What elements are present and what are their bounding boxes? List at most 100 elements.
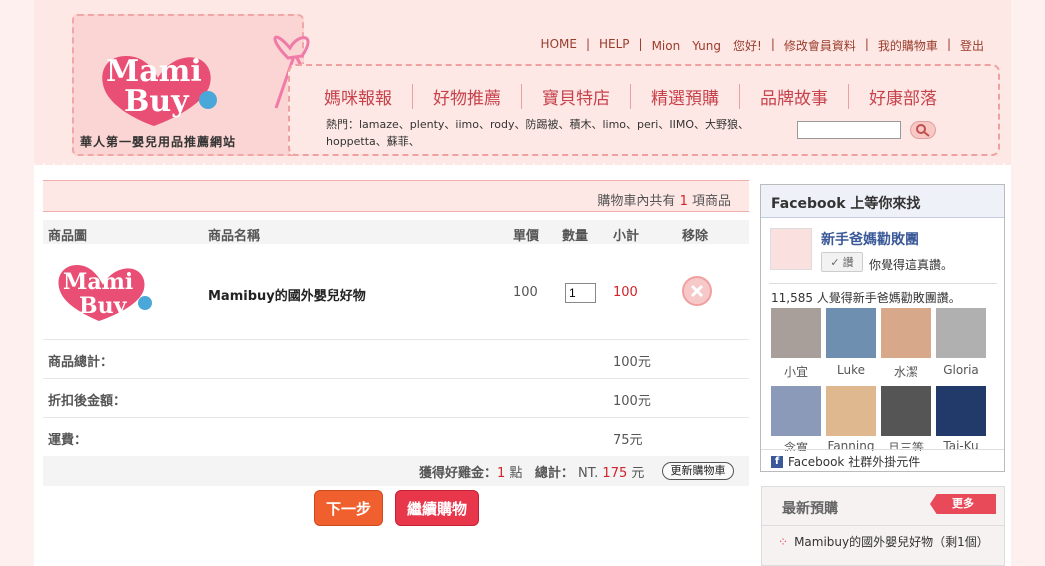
divider (762, 525, 1004, 526)
discounted-label: 折扣後金額： (48, 394, 127, 409)
cart-table-header: 商品圖 商品名稱 單價 數量 小計 移除 (43, 220, 749, 244)
fb-like-label: 讚 (842, 256, 854, 269)
quantity-input[interactable] (565, 283, 596, 303)
logout-link[interactable]: 登出 (951, 37, 993, 54)
cart-summary-suffix: 項商品 (691, 194, 731, 209)
latest-item-name: Mamibuy的國外嬰兒好物（剩1個） (794, 535, 989, 549)
next-step-button[interactable]: 下一步 (314, 490, 383, 526)
latest-preorder-box: 最新預購 更多 ⁘ Mamibuy的國外嬰兒好物（剩1個） (761, 486, 1005, 566)
product-subtotal: 100 (613, 285, 638, 300)
total-label: 總計： (534, 466, 574, 481)
svg-text:Mami: Mami (63, 269, 133, 295)
facebook-widget-title: Facebook 上等你來找 (761, 185, 1004, 218)
site-tagline: 華人第一嬰兒用品推薦網站 (80, 135, 237, 149)
fb-footer[interactable]: f Facebook 社群外掛元件 (771, 453, 920, 470)
help-link[interactable]: HELP (590, 37, 639, 54)
user-greeting[interactable]: Mion Yung 您好! (643, 37, 771, 54)
total-row: 獲得好雞金：1 點 總計： NT. 175 元 更新購物車 (43, 456, 749, 486)
page-left-gutter (0, 0, 34, 566)
fan-name[interactable]: 水潔 (878, 363, 934, 380)
more-button[interactable]: 更多 (930, 494, 996, 514)
fb-like-button[interactable]: ✓ 讚 (821, 252, 863, 272)
list-item[interactable]: ⁘ Mamibuy的國外嬰兒好物（剩1個） (778, 533, 989, 550)
svg-text:Buy: Buy (79, 293, 128, 319)
divider (761, 449, 1004, 450)
facebook-icon: f (771, 455, 783, 468)
summary-row-shipping: 運費： 75元 (43, 418, 749, 457)
points-value: 1 (497, 466, 506, 481)
divider (769, 283, 997, 284)
points-label: 獲得好雞金： (419, 466, 498, 481)
hot-keywords[interactable]: 熱門：lamaze、plenty、iimo、rody、防踢被、積木、limo、p… (326, 116, 754, 150)
fan-name[interactable]: Gloria (933, 363, 989, 377)
discounted-value: 100元 (613, 394, 651, 409)
total-value: 175 (602, 466, 628, 481)
site-logo[interactable]: Mami Buy (96, 48, 226, 128)
points-unit: 點 (509, 466, 523, 481)
total-prefix: NT. (578, 466, 599, 481)
remove-button[interactable] (682, 276, 712, 306)
top-links: HOME | HELP | Mion Yung 您好! | 修改會員資料 | 我的購物車… (532, 37, 993, 54)
fb-footer-text: Facebook 社群外掛元件 (788, 455, 921, 469)
nav-item-news[interactable]: 媽咪報報 (310, 84, 413, 109)
col-remove: 移除 (682, 229, 709, 244)
cart-item-count: 1 (679, 194, 688, 209)
main-nav: 媽咪報報 好物推薦 寶貝特店 精選預購 品牌故事 好康部落 (310, 84, 957, 109)
update-cart-button[interactable]: 更新購物車 (662, 462, 734, 480)
shipping-value: 75元 (613, 433, 643, 448)
fan-avatar[interactable] (881, 386, 931, 436)
product-image[interactable]: Mami Buy (53, 259, 163, 325)
fb-fan-count: 11,585 人覺得新手爸媽勸敗團讚。 (771, 291, 961, 305)
fan-avatar[interactable] (826, 308, 876, 358)
latest-title: 最新預購 (782, 501, 838, 517)
nav-item-brand[interactable]: 品牌故事 (740, 84, 849, 109)
goods-total-value: 100元 (613, 355, 651, 370)
search-input[interactable] (797, 121, 901, 139)
fan-avatar[interactable] (936, 308, 986, 358)
total-line: 獲得好雞金：1 點 總計： NT. 175 元 (419, 462, 644, 481)
header-scallop-border (34, 155, 1011, 165)
nav-item-blog[interactable]: 好康部落 (849, 84, 957, 109)
col-subtotal: 小計 (613, 229, 640, 244)
fan-avatar[interactable] (771, 308, 821, 358)
my-cart-link[interactable]: 我的購物車 (869, 37, 947, 54)
col-quantity: 數量 (562, 229, 589, 244)
nav-item-preorder[interactable]: 精選預購 (631, 84, 740, 109)
fan-name[interactable]: Luke (823, 363, 879, 377)
summary-row-goods-total: 商品總計： 100元 (43, 340, 749, 379)
nav-item-recommend[interactable]: 好物推薦 (413, 84, 522, 109)
product-price: 100 (513, 285, 538, 300)
fan-avatar[interactable] (771, 386, 821, 436)
total-unit: 元 (631, 466, 645, 481)
summary-row-discounted: 折扣後金額： 100元 (43, 379, 749, 418)
search-button[interactable] (910, 121, 936, 139)
page-right-gutter (1011, 0, 1045, 566)
fb-page-avatar[interactable] (770, 228, 812, 270)
home-link[interactable]: HOME (532, 37, 586, 54)
logo-text-buy: Buy (124, 84, 189, 119)
goods-total-label: 商品總計： (48, 355, 114, 370)
check-icon: ✓ (830, 255, 840, 269)
edit-profile-link[interactable]: 修改會員資料 (775, 37, 865, 54)
col-price: 單價 (513, 229, 540, 244)
bullet-icon: ⁘ (778, 534, 789, 549)
col-name: 商品名稱 (208, 229, 261, 244)
fan-name[interactable]: 小宜 (768, 363, 824, 380)
fan-avatar[interactable] (826, 386, 876, 436)
table-row: Mami Buy Mamibuy的國外嬰兒好物 100 100 (43, 245, 749, 340)
product-name[interactable]: Mamibuy的國外嬰兒好物 (208, 285, 366, 304)
fb-page-name[interactable]: 新手爸媽勸敗團 (821, 229, 919, 249)
cart-summary-prefix: 購物車內共有 (597, 194, 676, 209)
nav-item-shop[interactable]: 寶貝特店 (522, 84, 631, 109)
continue-shopping-button[interactable]: 繼續購物 (395, 490, 479, 526)
facebook-widget: Facebook 上等你來找 新手爸媽勸敗團 ✓ 讚 你覺得這真讚。 11,585… (760, 184, 1005, 472)
close-icon (690, 284, 704, 298)
col-image: 商品圖 (48, 229, 88, 244)
cart-summary: 購物車內共有 1 項商品 (43, 180, 749, 212)
fan-avatar[interactable] (936, 386, 986, 436)
search-icon (916, 124, 930, 137)
shipping-label: 運費： (48, 433, 88, 448)
fan-avatar[interactable] (881, 308, 931, 358)
product-logo-icon: Mami Buy (58, 265, 152, 321)
fb-like-text: 你覺得這真讚。 (869, 258, 954, 272)
